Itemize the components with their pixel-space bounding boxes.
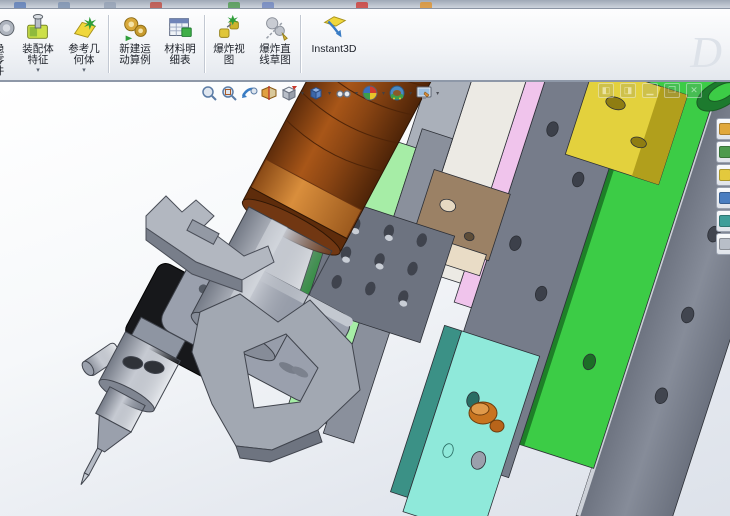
graphics-viewport[interactable]: ▾ ▾ ▾ ▾ ▾ ▾ ◧ ◨ ▁ ❐ ✕: [0, 82, 730, 516]
dropdown-arrow-icon[interactable]: ▾: [328, 90, 331, 97]
explode-line-sketch-button[interactable]: 爆炸直 线草图: [252, 11, 298, 77]
dropdown-arrow-icon[interactable]: ▾: [409, 90, 412, 97]
button-label: 隐 零 件: [0, 44, 4, 77]
home-icon: [719, 123, 730, 135]
instant3d-icon: [323, 16, 347, 38]
close-button[interactable]: ✕: [686, 83, 702, 98]
bill-of-materials-button[interactable]: 材料明 细表: [158, 11, 202, 77]
display-style-icon[interactable]: [307, 84, 325, 102]
ribbon-divider: [204, 15, 206, 73]
button-label: 爆炸直 线草图: [259, 43, 291, 66]
ribbon-divider: [108, 15, 110, 73]
assembly-features-icon: [27, 14, 48, 39]
hide-show-items-icon[interactable]: [334, 84, 352, 102]
ribbon-divider: [300, 15, 302, 73]
dropdown-arrow-icon[interactable]: ▾: [355, 90, 358, 97]
view-palette-tab[interactable]: [716, 210, 730, 232]
brand-watermark: D: [690, 28, 722, 77]
solidworks-resources-tab[interactable]: [716, 118, 730, 140]
command-manager-ribbon: 隐 零 件 装配体 特征 ▾ 参考几 何体 ▾: [0, 9, 730, 82]
bill-of-materials-icon: [169, 18, 192, 37]
appearances-tab[interactable]: [716, 233, 730, 255]
new-motion-study-button[interactable]: 新建运 动算例: [112, 11, 158, 77]
heads-up-view-toolbar: ▾ ▾ ▾ ▾ ▾ ▾: [200, 84, 440, 102]
button-label: 参考几 何体: [68, 43, 100, 66]
reference-geometry-icon: [73, 16, 97, 38]
books-icon: [719, 146, 730, 158]
button-label: Instant3D: [311, 43, 357, 55]
dropdown-arrow-icon[interactable]: ▾: [82, 67, 86, 74]
dropdown-arrow-icon[interactable]: ▾: [382, 90, 385, 97]
hidden-components-button[interactable]: 隐 零 件: [0, 11, 15, 77]
edit-appearance-icon[interactable]: [361, 84, 379, 102]
new-motion-study-icon: [124, 17, 147, 42]
task-pane-tabs: [716, 118, 730, 255]
section-view-icon[interactable]: [260, 84, 278, 102]
exploded-view-icon: [219, 14, 239, 38]
clipped-toolbar-icon: [262, 2, 274, 8]
model-dispenser-barrel[interactable]: [52, 314, 189, 499]
pane-right-icon[interactable]: ◨: [620, 83, 636, 98]
assembly-model[interactable]: [0, 82, 730, 516]
clipped-toolbar-icon: [58, 2, 70, 8]
globe-icon: [719, 215, 730, 227]
pane-left-icon[interactable]: ◧: [598, 83, 614, 98]
dropdown-arrow-icon[interactable]: ▾: [36, 67, 40, 74]
design-library-tab[interactable]: [716, 141, 730, 163]
view-orientation-icon[interactable]: [280, 84, 298, 102]
clipped-toolbar-icon: [14, 2, 26, 8]
clipped-toolbar-icon: [228, 2, 240, 8]
explode-line-sketch-icon: [266, 17, 288, 41]
hidden-components-icon: [0, 20, 15, 36]
button-label: 新建运 动算例: [119, 43, 151, 66]
dropdown-arrow-icon[interactable]: ▾: [301, 90, 304, 97]
clipped-main-toolbar: [0, 0, 730, 9]
clipped-toolbar-icon: [150, 2, 162, 8]
minimize-button[interactable]: ▁: [642, 83, 658, 98]
assembly-features-button[interactable]: 装配体 特征 ▾: [16, 11, 60, 77]
zoom-to-fit-icon[interactable]: [200, 84, 218, 102]
button-label: 材料明 细表: [164, 43, 196, 66]
folder-icon: [719, 169, 730, 181]
file-explorer-tab[interactable]: [716, 164, 730, 186]
clipped-toolbar-icon: [356, 2, 368, 8]
solidworks-window: 隐 零 件 装配体 特征 ▾ 参考几 何体 ▾: [0, 0, 730, 516]
apply-scene-icon[interactable]: [388, 84, 406, 102]
zoom-to-area-icon[interactable]: [220, 84, 238, 102]
button-label: 装配体 特征: [22, 43, 54, 66]
instant3d-button[interactable]: Instant3D: [304, 11, 364, 77]
dropdown-arrow-icon[interactable]: ▾: [436, 90, 439, 97]
previous-view-icon[interactable]: [240, 84, 258, 102]
model-cyan-plate[interactable]: [386, 324, 541, 516]
button-label: 爆炸视 图: [213, 43, 245, 66]
search-icon: [719, 192, 730, 204]
document-window-controls: ◧ ◨ ▁ ❐ ✕: [598, 83, 702, 98]
clipped-toolbar-icon: [104, 2, 116, 8]
clipped-toolbar-icon: [420, 2, 432, 8]
search-tab[interactable]: [716, 187, 730, 209]
view-settings-icon[interactable]: [415, 84, 433, 102]
reference-geometry-button[interactable]: 参考几 何体 ▾: [62, 11, 106, 77]
exploded-view-button[interactable]: 爆炸视 图: [208, 11, 250, 77]
document-icon: [719, 238, 730, 250]
restore-button[interactable]: ❐: [664, 83, 680, 98]
